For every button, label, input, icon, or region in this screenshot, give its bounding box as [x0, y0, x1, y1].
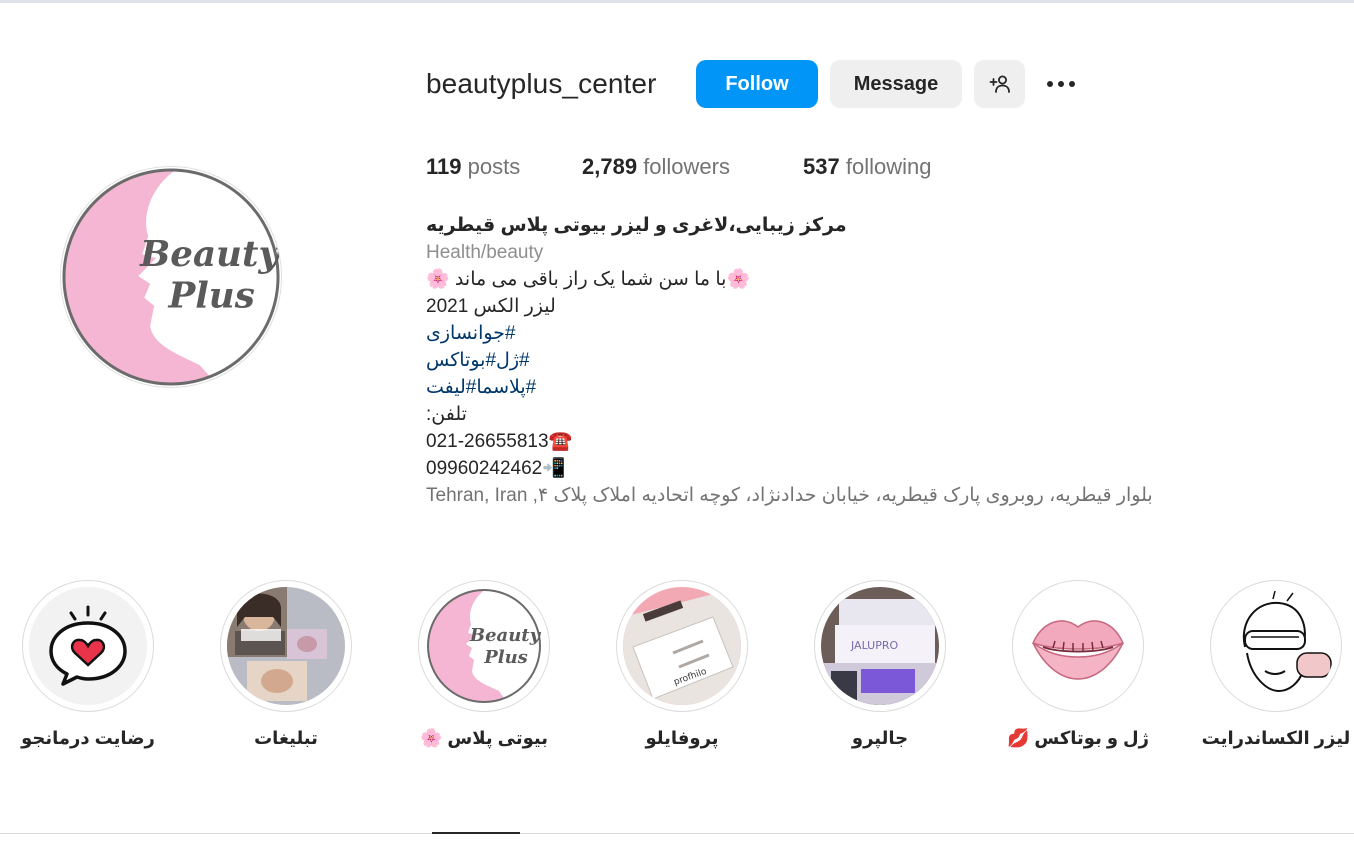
highlight-label: لیزر الکساندرایت: [1201, 728, 1351, 748]
profile-avatar[interactable]: Beauty Plus: [60, 166, 282, 388]
jalupro-product-photo: JALUPRO: [821, 587, 939, 705]
highlight-alexandrite-laser[interactable]: لیزر الکساندرایت: [1202, 580, 1350, 760]
highlight-profhilo[interactable]: profhilo پروفایلو: [616, 580, 748, 760]
highlight-beauty-plus[interactable]: Beauty Plus بیوتی پلاس 🌸: [418, 580, 550, 760]
highlight-gel-botox[interactable]: ژل و بوتاکس 💋: [1007, 580, 1149, 760]
profile-bio: مرکز زیبایی،لاغری و لیزر بیوتی پلاس قیطر…: [426, 212, 1153, 509]
beauty-plus-logo: Beauty Plus: [427, 589, 542, 703]
highlight-jalupro[interactable]: JALUPRO جالپرو: [814, 580, 946, 760]
svg-text:Plus: Plus: [483, 647, 528, 668]
bio-category: Health/beauty: [426, 242, 544, 263]
highlight-ring: [220, 580, 352, 712]
more-options-icon[interactable]: [1040, 70, 1082, 98]
highlight-label: رضایت درمانجو: [21, 728, 155, 748]
lips-icon: [1031, 620, 1125, 680]
bio-line-laser: لیزر الکس 2021: [426, 296, 556, 317]
highlight-ring: [1012, 580, 1144, 712]
profhilo-product-photo: profhilo: [623, 587, 741, 705]
svg-text:JALUPRO: JALUPRO: [850, 639, 898, 652]
followers-label: followers: [643, 154, 730, 179]
following-link[interactable]: 537 following: [803, 153, 931, 181]
highlight-label: جالپرو: [851, 728, 909, 748]
suggested-accounts-button[interactable]: [974, 60, 1025, 108]
highlight-ring: [22, 580, 154, 712]
profile-username: beautyplus_center: [426, 68, 657, 99]
followers-link[interactable]: 2,789 followers: [582, 153, 730, 181]
highlight-satisfaction[interactable]: رضایت درمانجو: [21, 580, 155, 760]
active-tab-indicator: [432, 832, 520, 834]
add-person-icon: [989, 75, 1010, 93]
highlight-ring: Beauty Plus: [418, 580, 550, 712]
bio-phone-landline: 021-26655813☎️: [426, 431, 573, 452]
highlight-ring: JALUPRO: [814, 580, 946, 712]
highlight-label: بیوتی پلاس 🌸: [419, 728, 549, 748]
following-number: 537: [803, 154, 840, 179]
highlight-ring: [1210, 580, 1342, 712]
bio-phone-label: تلفن:: [426, 404, 467, 425]
bio-hashtag-plasma-lift[interactable]: #پلاسما#لیفت: [426, 374, 1153, 401]
posts-number: 119: [426, 154, 462, 179]
bio-line-slogan: 🌸با ما سن شما یک راز باقی می ماند 🌸: [426, 269, 751, 290]
bio-hashtag-gel-botox[interactable]: #ژل#بوتاکس: [426, 347, 1153, 374]
bio-phone-mobile: 09960242462📲: [426, 458, 566, 479]
highlight-ads[interactable]: تبلیغات: [220, 580, 352, 760]
highlight-label: ژل و بوتاکس 💋: [1006, 728, 1150, 748]
message-button[interactable]: Message: [830, 60, 962, 108]
followers-number: 2,789: [582, 154, 638, 179]
posts-label: posts: [467, 154, 521, 179]
highlight-label: تبلیغات: [254, 728, 318, 748]
highlight-label: پروفایلو: [645, 728, 719, 748]
bio-display-name: مرکز زیبایی،لاغری و لیزر بیوتی پلاس قیطر…: [426, 215, 847, 236]
bio-hashtag-rejuvenation[interactable]: #جوانسازی: [426, 320, 1153, 347]
following-label: following: [845, 154, 932, 179]
top-divider: [0, 0, 1354, 3]
svg-text:Beauty: Beauty: [469, 625, 542, 646]
tabs-divider: [0, 833, 1354, 834]
avatar-text-plus: Plus: [167, 276, 254, 317]
posts-count: 119 posts: [426, 153, 520, 181]
beauty-plus-logo-avatar: Beauty Plus: [62, 168, 281, 386]
follow-button[interactable]: Follow: [696, 60, 818, 108]
bio-address[interactable]: بلوار قیطریه، روبروی پارک قیطریه، خیابان…: [426, 482, 1153, 509]
avatar-text-beauty: Beauty: [139, 234, 281, 275]
advert-photo-collage: [227, 587, 345, 705]
laser-face-icon: [1242, 590, 1332, 693]
highlight-ring: profhilo: [616, 580, 748, 712]
heart-speech-bubble-icon: [49, 605, 127, 686]
